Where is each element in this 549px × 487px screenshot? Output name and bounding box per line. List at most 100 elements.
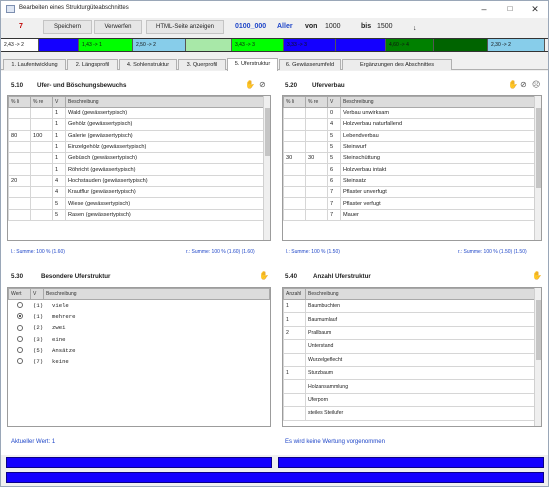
tab-ergaenzungen[interactable]: Ergänzungen des Abschnittes — [342, 59, 452, 70]
tab-sohlenstruktur[interactable]: 4. Sohlenstruktur — [119, 59, 177, 70]
pct-right-cell[interactable]: 100 — [30, 129, 53, 142]
radio-button[interactable] — [16, 358, 23, 365]
pct-right-cell[interactable] — [305, 208, 328, 221]
count-cell[interactable] — [283, 392, 306, 408]
col-anzahl[interactable]: Anzahl — [283, 288, 306, 300]
count-cell[interactable]: 1 — [283, 298, 306, 314]
scroll-thumb[interactable] — [265, 108, 270, 156]
pct-left-cell[interactable]: 80 — [8, 129, 31, 142]
section-segment[interactable] — [39, 39, 79, 51]
pct-left-cell[interactable] — [283, 106, 306, 120]
count-cell[interactable] — [283, 352, 306, 367]
pct-right-cell[interactable] — [305, 129, 328, 142]
table-row[interactable]: Wurzelgeflecht — [283, 352, 536, 367]
count-cell[interactable]: 1 — [283, 312, 306, 327]
section-segment[interactable] — [186, 39, 232, 51]
section-segment[interactable]: 3,43 -> 3 — [232, 39, 284, 51]
table-row[interactable]: 0 Verbau unwirksam — [283, 106, 536, 120]
section-segment[interactable]: 3,33 -> 3 — [284, 39, 336, 51]
panel-520-scrollbar[interactable] — [534, 96, 541, 240]
section-segment[interactable]: 2,50 -> 2 — [133, 39, 186, 51]
pct-left-cell[interactable] — [283, 174, 306, 188]
table-row[interactable]: 1 Baumumlauf — [283, 312, 536, 327]
table-row[interactable]: 1 Sturzbaum — [283, 365, 536, 381]
radio-button[interactable] — [16, 324, 23, 331]
pct-right-cell[interactable] — [305, 197, 328, 210]
table-row[interactable]: 1 Gebüsch (gewässertypisch) — [8, 152, 265, 165]
section-segment[interactable]: 2,30 -> 2 — [488, 39, 545, 51]
pct-right-cell[interactable]: 30 — [305, 152, 328, 165]
section-segment[interactable] — [336, 39, 386, 51]
panel-540-scrollbar[interactable] — [534, 288, 541, 426]
table-row[interactable]: 1 Baumbuchten — [283, 298, 536, 314]
show-html-button[interactable]: HTML-Seite anzeigen — [146, 20, 224, 34]
radio-button[interactable] — [16, 347, 23, 354]
pct-left-cell[interactable] — [283, 140, 306, 154]
hand-icon[interactable]: ✋ — [532, 272, 542, 280]
pct-right-cell[interactable] — [305, 106, 328, 120]
table-row[interactable]: 1 Wald (gewässertypisch) — [8, 106, 265, 120]
dropdown-arrow-icon[interactable]: ↓ — [413, 23, 417, 34]
count-cell[interactable]: 2 — [283, 325, 306, 341]
pct-left-cell[interactable] — [8, 140, 31, 154]
table-row[interactable]: 5 Rasen (gewässertypisch) — [8, 208, 265, 221]
pct-left-cell[interactable] — [283, 197, 306, 210]
col-description[interactable]: Beschreibung — [340, 96, 536, 108]
tab-uferstruktur[interactable]: 5. Uferstruktur — [227, 58, 278, 71]
table-row[interactable]: 7 Mauer — [283, 208, 536, 221]
pct-right-cell[interactable] — [30, 140, 53, 154]
radio-cell[interactable] — [8, 310, 31, 323]
pct-left-cell[interactable]: 20 — [8, 174, 31, 188]
pct-left-cell[interactable] — [283, 118, 306, 131]
pct-right-cell[interactable] — [30, 186, 53, 199]
pct-left-cell[interactable]: 30 — [283, 152, 306, 165]
col-pct-right[interactable]: % re — [305, 96, 328, 108]
table-row[interactable]: (1) mehrere — [8, 310, 270, 323]
table-row[interactable]: (2) zwei — [8, 321, 270, 334]
table-row[interactable]: (3) eine — [8, 332, 270, 346]
section-segment[interactable]: 4,60 -> 4 — [386, 39, 434, 51]
table-row[interactable]: 4 Krautflur (gewässertypisch) — [8, 186, 265, 199]
pct-right-cell[interactable] — [305, 163, 328, 176]
table-row[interactable]: 4 Holzverbau naturfallend — [283, 118, 536, 131]
radio-cell[interactable] — [8, 332, 31, 346]
table-row[interactable]: 1 Röhricht (gewässertypisch) — [8, 163, 265, 176]
table-row[interactable]: Uferporn — [283, 392, 536, 408]
section-segment[interactable]: 1,43 -> 1 — [79, 39, 133, 51]
minimize-button[interactable]: – — [472, 2, 496, 16]
table-row[interactable]: (7) keine — [8, 355, 270, 368]
table-row[interactable]: 7 Pflaster unverfugt — [283, 186, 536, 199]
pct-right-cell[interactable] — [305, 174, 328, 188]
pct-left-cell[interactable] — [8, 186, 31, 199]
tab-gewaesserumfeld[interactable]: 6. Gewässerumfeld — [279, 59, 341, 70]
pct-right-cell[interactable] — [30, 174, 53, 188]
table-row[interactable]: 6 Steinsatz — [283, 174, 536, 188]
radio-cell[interactable] — [8, 355, 31, 368]
discard-button[interactable]: Verwerfen — [94, 20, 142, 34]
table-row[interactable]: 1 Gehölz (gewässertypisch) — [8, 118, 265, 131]
table-row[interactable]: 7 Pflaster verfugt — [283, 197, 536, 210]
count-cell[interactable] — [283, 406, 306, 421]
maximize-button[interactable]: □ — [498, 2, 522, 16]
count-cell[interactable] — [283, 379, 306, 394]
table-row[interactable]: 2 Prallbaum — [283, 325, 536, 341]
col-v[interactable]: V — [327, 96, 341, 108]
close-button[interactable]: ✕ — [523, 2, 547, 16]
pct-right-cell[interactable] — [30, 197, 53, 210]
pct-left-cell[interactable] — [283, 129, 306, 142]
table-row[interactable]: steiles Steilufer — [283, 406, 536, 421]
no-entry-icon[interactable]: ⊘ — [520, 81, 527, 89]
col-v[interactable]: V — [30, 288, 44, 300]
table-row[interactable]: 5 Lebendverbau — [283, 129, 536, 142]
scroll-thumb[interactable] — [536, 108, 541, 188]
table-row[interactable]: 80 100 1 Galerie (gewässertypisch) — [8, 129, 265, 142]
tab-querprofil[interactable]: 3. Querprofil — [178, 59, 226, 70]
count-cell[interactable] — [283, 339, 306, 354]
col-pct-left[interactable]: % li — [283, 96, 306, 108]
no-entry-icon[interactable]: ⊘ — [259, 81, 266, 89]
col-wert[interactable]: Wert — [8, 288, 31, 300]
col-description[interactable]: Beschreibung — [65, 96, 265, 108]
scroll-thumb[interactable] — [536, 300, 541, 360]
pct-left-cell[interactable] — [283, 186, 306, 199]
pct-left-cell[interactable] — [8, 118, 31, 131]
